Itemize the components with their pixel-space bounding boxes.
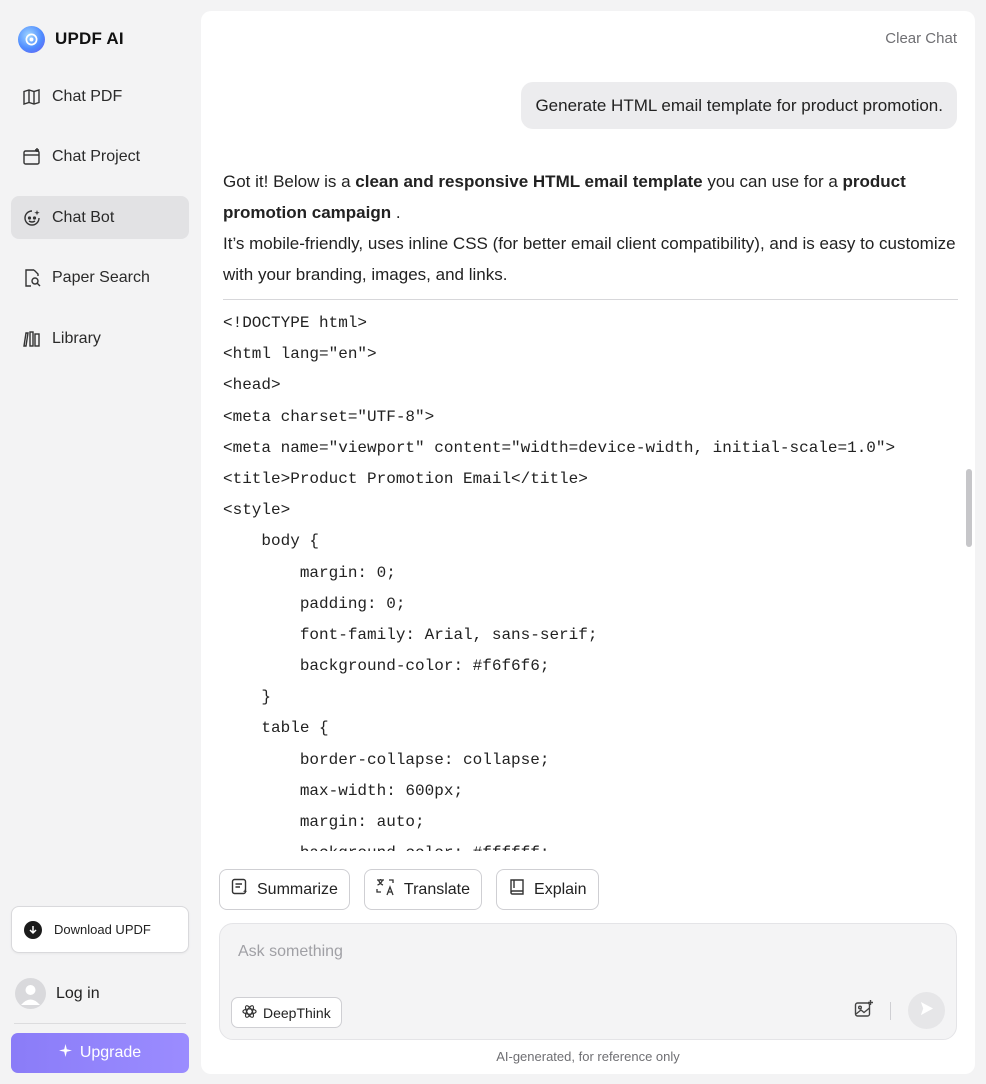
book-icon <box>508 878 526 901</box>
ai-answer: Got it! Below is a clean and responsive … <box>223 166 959 290</box>
code-line: body { <box>223 532 320 551</box>
code-line: <title>Product Promotion Email</title> <box>223 469 588 488</box>
clear-chat-button[interactable]: Clear Chat <box>885 30 957 47</box>
answer-bold: clean and responsive HTML email template <box>355 172 703 191</box>
sidebar: UPDF AI Chat PDF Chat Project Chat Bot P… <box>0 0 200 1084</box>
image-upload-button[interactable] <box>852 999 876 1023</box>
divider <box>890 1002 891 1020</box>
answer-text: It’s mobile-friendly, uses inline CSS (f… <box>223 234 956 284</box>
sidebar-item-library[interactable]: Library <box>11 317 189 360</box>
download-icon <box>24 920 42 939</box>
code-line: <meta name="viewport" content="width=dev… <box>223 438 896 457</box>
sidebar-item-chat-project[interactable]: Chat Project <box>11 135 189 178</box>
code-line: margin: 0; <box>223 563 396 582</box>
sidebar-item-chat-bot[interactable]: Chat Bot <box>11 196 189 239</box>
code-line: } <box>223 688 272 707</box>
code-line: max-width: 600px; <box>223 781 464 800</box>
upgrade-label: Upgrade <box>79 1044 142 1061</box>
code-line: <head> <box>223 376 281 395</box>
book-open-icon <box>22 87 42 107</box>
updf-logo-icon <box>18 25 45 53</box>
chat-input-box: DeepThink <box>219 923 957 1040</box>
code-line: <html lang="en"> <box>223 345 377 364</box>
folder-plus-icon <box>22 147 42 167</box>
sidebar-item-label: Chat Bot <box>52 208 115 226</box>
translate-label: Translate <box>403 880 471 898</box>
code-line: margin: auto; <box>223 813 425 831</box>
code-line: <!DOCTYPE html> <box>223 314 368 332</box>
deepthink-label: DeepThink <box>263 1004 331 1021</box>
login-label: Log in <box>56 984 100 1002</box>
send-icon <box>919 1001 934 1021</box>
library-icon <box>22 329 42 349</box>
image-plus-icon <box>854 999 874 1024</box>
atom-icon <box>242 1004 257 1022</box>
divider <box>14 1023 186 1024</box>
code-line: background-color: #f6f6f6; <box>223 657 550 676</box>
summarize-button[interactable]: Summarize <box>219 869 350 910</box>
code-line: <style> <box>223 501 291 520</box>
download-updf-button[interactable]: Download UPDF <box>11 906 189 953</box>
send-button[interactable] <box>908 992 945 1029</box>
deepthink-toggle[interactable]: DeepThink <box>231 997 342 1028</box>
chat-panel: Clear Chat Generate HTML email template … <box>201 11 975 1074</box>
sidebar-item-label: Paper Search <box>52 268 150 286</box>
download-label: Download UPDF <box>54 922 151 937</box>
code-line: padding: 0; <box>223 594 406 613</box>
document-search-icon <box>22 268 42 288</box>
explain-button[interactable]: Explain <box>496 869 599 910</box>
summarize-label: Summarize <box>257 880 338 898</box>
sidebar-item-paper-search[interactable]: Paper Search <box>11 256 189 299</box>
sparkle-icon <box>58 1044 72 1062</box>
divider <box>223 299 958 300</box>
answer-text: you can use for a <box>702 172 843 191</box>
disclaimer: AI-generated, for reference only <box>496 1049 680 1064</box>
quick-actions: Summarize Translate Explain <box>219 869 599 910</box>
code-line: <meta charset="UTF-8"> <box>223 407 435 426</box>
login-button[interactable]: Log in <box>15 978 100 1009</box>
translate-button[interactable]: Translate <box>363 869 483 910</box>
code-line: table { <box>223 719 329 738</box>
user-message: Generate HTML email template for product… <box>521 82 957 129</box>
sidebar-item-label: Chat PDF <box>52 87 123 105</box>
translate-icon <box>376 878 396 901</box>
upgrade-button[interactable]: Upgrade <box>11 1033 189 1073</box>
sidebar-item-label: Library <box>52 329 101 347</box>
bot-icon <box>22 208 42 228</box>
summarize-icon <box>231 878 249 901</box>
scrollbar[interactable] <box>966 469 972 547</box>
sidebar-item-label: Chat Project <box>52 147 141 165</box>
explain-label: Explain <box>534 880 587 898</box>
code-line: font-family: Arial, sans-serif; <box>223 625 598 644</box>
code-block: <!DOCTYPE html> <html lang="en"> <head> … <box>223 308 958 851</box>
answer-text: . <box>391 203 401 222</box>
answer-text: Got it! Below is a <box>223 172 356 191</box>
avatar <box>15 978 46 1009</box>
brand[interactable]: UPDF AI <box>18 25 124 53</box>
brand-name: UPDF AI <box>55 29 124 48</box>
code-line: border-collapse: collapse; <box>223 750 550 769</box>
code-line: background-color: #ffffff; <box>223 838 958 851</box>
sidebar-item-chat-pdf[interactable]: Chat PDF <box>11 75 189 118</box>
ask-input[interactable] <box>238 940 838 964</box>
